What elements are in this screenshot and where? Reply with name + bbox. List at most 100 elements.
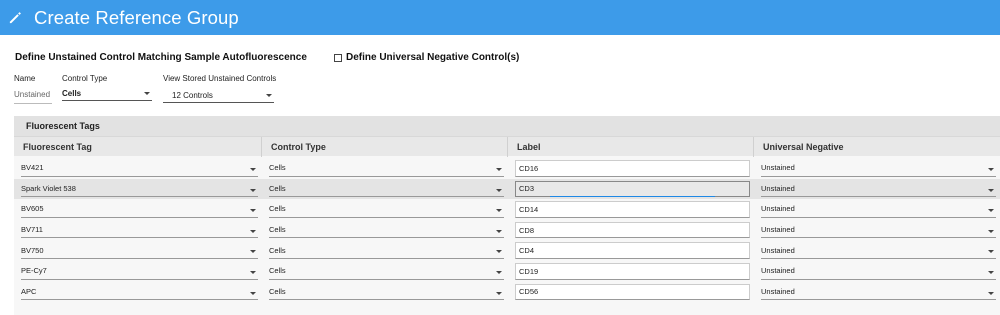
cell-value: Cells bbox=[269, 225, 286, 235]
control-type-select[interactable]: Cells bbox=[269, 242, 504, 259]
column-header: Label bbox=[508, 137, 754, 157]
caret-down-icon bbox=[496, 250, 502, 254]
cell-value: BV421 bbox=[21, 163, 44, 173]
table-row: APC Cells CD56 Unstained bbox=[14, 282, 1000, 303]
table-row: BV750 Cells CD4 Unstained bbox=[14, 240, 1000, 261]
label-input[interactable]: CD3 bbox=[515, 180, 750, 198]
table-cell: Unstained bbox=[754, 261, 1000, 282]
table-cell: BV750 bbox=[14, 240, 262, 261]
cell-value: Spark Violet 538 bbox=[21, 183, 76, 193]
table-cell: Unstained bbox=[754, 240, 1000, 261]
fluorescent-tag-select[interactable]: Spark Violet 538 bbox=[21, 181, 258, 198]
label-input[interactable]: CD8 bbox=[515, 221, 750, 239]
cell-value: CD8 bbox=[519, 225, 535, 235]
control-type-select[interactable]: Cells bbox=[269, 284, 504, 301]
cell-value: Unstained bbox=[761, 245, 795, 255]
name-label: Name bbox=[14, 74, 36, 83]
cell-value: BV750 bbox=[21, 245, 44, 255]
universal-negative-select[interactable]: Unstained bbox=[761, 242, 996, 259]
cell-value: CD16 bbox=[519, 163, 539, 173]
caret-down-icon bbox=[250, 270, 256, 274]
fluorescent-tag-select[interactable]: BV421 bbox=[21, 160, 258, 177]
cell-value: Unstained bbox=[761, 266, 795, 276]
label-input[interactable]: CD14 bbox=[515, 201, 750, 218]
cell-value: Unstained bbox=[761, 286, 795, 296]
caret-down-icon bbox=[496, 188, 502, 192]
cell-value: CD56 bbox=[519, 287, 539, 297]
table-cell: Cells bbox=[262, 220, 508, 241]
fluorescent-tag-select[interactable]: BV750 bbox=[21, 242, 258, 259]
universal-negative-select[interactable]: Unstained bbox=[761, 201, 996, 218]
caret-down-icon bbox=[250, 229, 256, 233]
fluorescent-tag-select[interactable]: APC bbox=[21, 284, 258, 301]
caret-down-icon bbox=[266, 94, 272, 97]
cell-value: CD14 bbox=[519, 204, 539, 214]
label-input[interactable]: CD16 bbox=[515, 160, 750, 177]
table-cell: Unstained bbox=[754, 179, 1000, 200]
table-cell: Cells bbox=[262, 240, 508, 261]
table-row: Spark Violet 538 Cells CD3 Unstained bbox=[14, 178, 1000, 200]
fluorescent-tag-select[interactable]: PE-Cy7 bbox=[21, 263, 258, 280]
table-cell: BV421 bbox=[14, 158, 262, 179]
cell-value: Unstained bbox=[761, 225, 795, 235]
section-title: Define Unstained Control Matching Sample… bbox=[15, 52, 307, 63]
table-cell: CD4 bbox=[508, 240, 754, 261]
caret-down-icon bbox=[496, 168, 502, 171]
stored-controls-select[interactable]: 12 Controls bbox=[163, 89, 274, 103]
table-cell: Unstained bbox=[754, 158, 1000, 179]
control-type-select[interactable]: Cells bbox=[269, 263, 504, 280]
caret-down-icon bbox=[988, 229, 994, 233]
pencil-icon bbox=[7, 10, 23, 26]
caret-down-icon bbox=[988, 291, 994, 295]
table-cell: CD16 bbox=[508, 158, 754, 179]
table-cell: Cells bbox=[262, 282, 508, 303]
fluorescent-tag-select[interactable]: BV605 bbox=[21, 201, 258, 218]
universal-negative-select[interactable]: Unstained bbox=[761, 284, 996, 301]
checkbox-icon[interactable] bbox=[334, 53, 342, 62]
cell-value: Unstained bbox=[761, 163, 795, 173]
name-input[interactable]: Unstained bbox=[14, 90, 52, 104]
cell-value: Cells bbox=[269, 204, 286, 214]
table-cell: Unstained bbox=[754, 220, 1000, 241]
control-type-select[interactable]: Cells bbox=[269, 222, 504, 239]
label-input[interactable]: CD19 bbox=[515, 262, 750, 280]
fluorescent-tag-select[interactable]: BV711 bbox=[21, 222, 258, 239]
control-type-select[interactable]: Cells bbox=[269, 201, 504, 218]
caret-down-icon bbox=[250, 209, 256, 213]
caret-down-icon bbox=[988, 209, 994, 213]
cell-value: APC bbox=[21, 286, 37, 296]
universal-negative-select[interactable]: Unstained bbox=[761, 160, 996, 177]
table-row: BV711 Cells CD8 Unstained bbox=[14, 220, 1000, 241]
control-type-select[interactable]: Cells bbox=[269, 160, 504, 177]
table-cell: PE-Cy7 bbox=[14, 261, 262, 282]
universal-negative-select[interactable]: Unstained bbox=[761, 263, 996, 280]
label-input[interactable]: CD4 bbox=[515, 242, 750, 259]
control-type-select[interactable]: Cells bbox=[62, 87, 152, 101]
caret-down-icon bbox=[496, 229, 502, 233]
page-title: Create Reference Group bbox=[34, 6, 239, 28]
label-input[interactable]: CD56 bbox=[515, 283, 750, 301]
table-cell: CD3 bbox=[508, 179, 754, 200]
caret-down-icon bbox=[988, 168, 994, 171]
table-cell: CD19 bbox=[508, 261, 754, 282]
cell-value: Unstained bbox=[761, 183, 795, 193]
table-row: PE-Cy7 Cells CD19 Unstained bbox=[14, 261, 1000, 282]
table-cell: BV605 bbox=[14, 199, 262, 220]
universal-negative-select[interactable]: Unstained bbox=[761, 181, 996, 198]
cell-value: Cells bbox=[269, 266, 286, 276]
universal-negative-select[interactable]: Unstained bbox=[761, 222, 996, 239]
column-header: Fluorescent Tag bbox=[14, 137, 262, 157]
control-type-value: Cells bbox=[62, 89, 82, 98]
table-cell: CD56 bbox=[508, 282, 754, 303]
table-cell: Cells bbox=[262, 261, 508, 282]
caret-down-icon bbox=[988, 188, 994, 192]
table-row: BV605 Cells CD14 Unstained bbox=[14, 199, 1000, 220]
table-cell: APC bbox=[14, 282, 262, 303]
cell-value: Cells bbox=[269, 286, 286, 296]
universal-negative-checkbox[interactable]: Define Universal Negative Control(s) bbox=[334, 52, 519, 63]
caret-down-icon bbox=[250, 250, 256, 254]
table-header: Fluorescent Tag Control Type Label Unive… bbox=[14, 136, 1000, 157]
caret-down-icon bbox=[250, 291, 256, 295]
control-type-select[interactable]: Cells bbox=[269, 181, 504, 198]
table-cell: Unstained bbox=[754, 199, 1000, 220]
